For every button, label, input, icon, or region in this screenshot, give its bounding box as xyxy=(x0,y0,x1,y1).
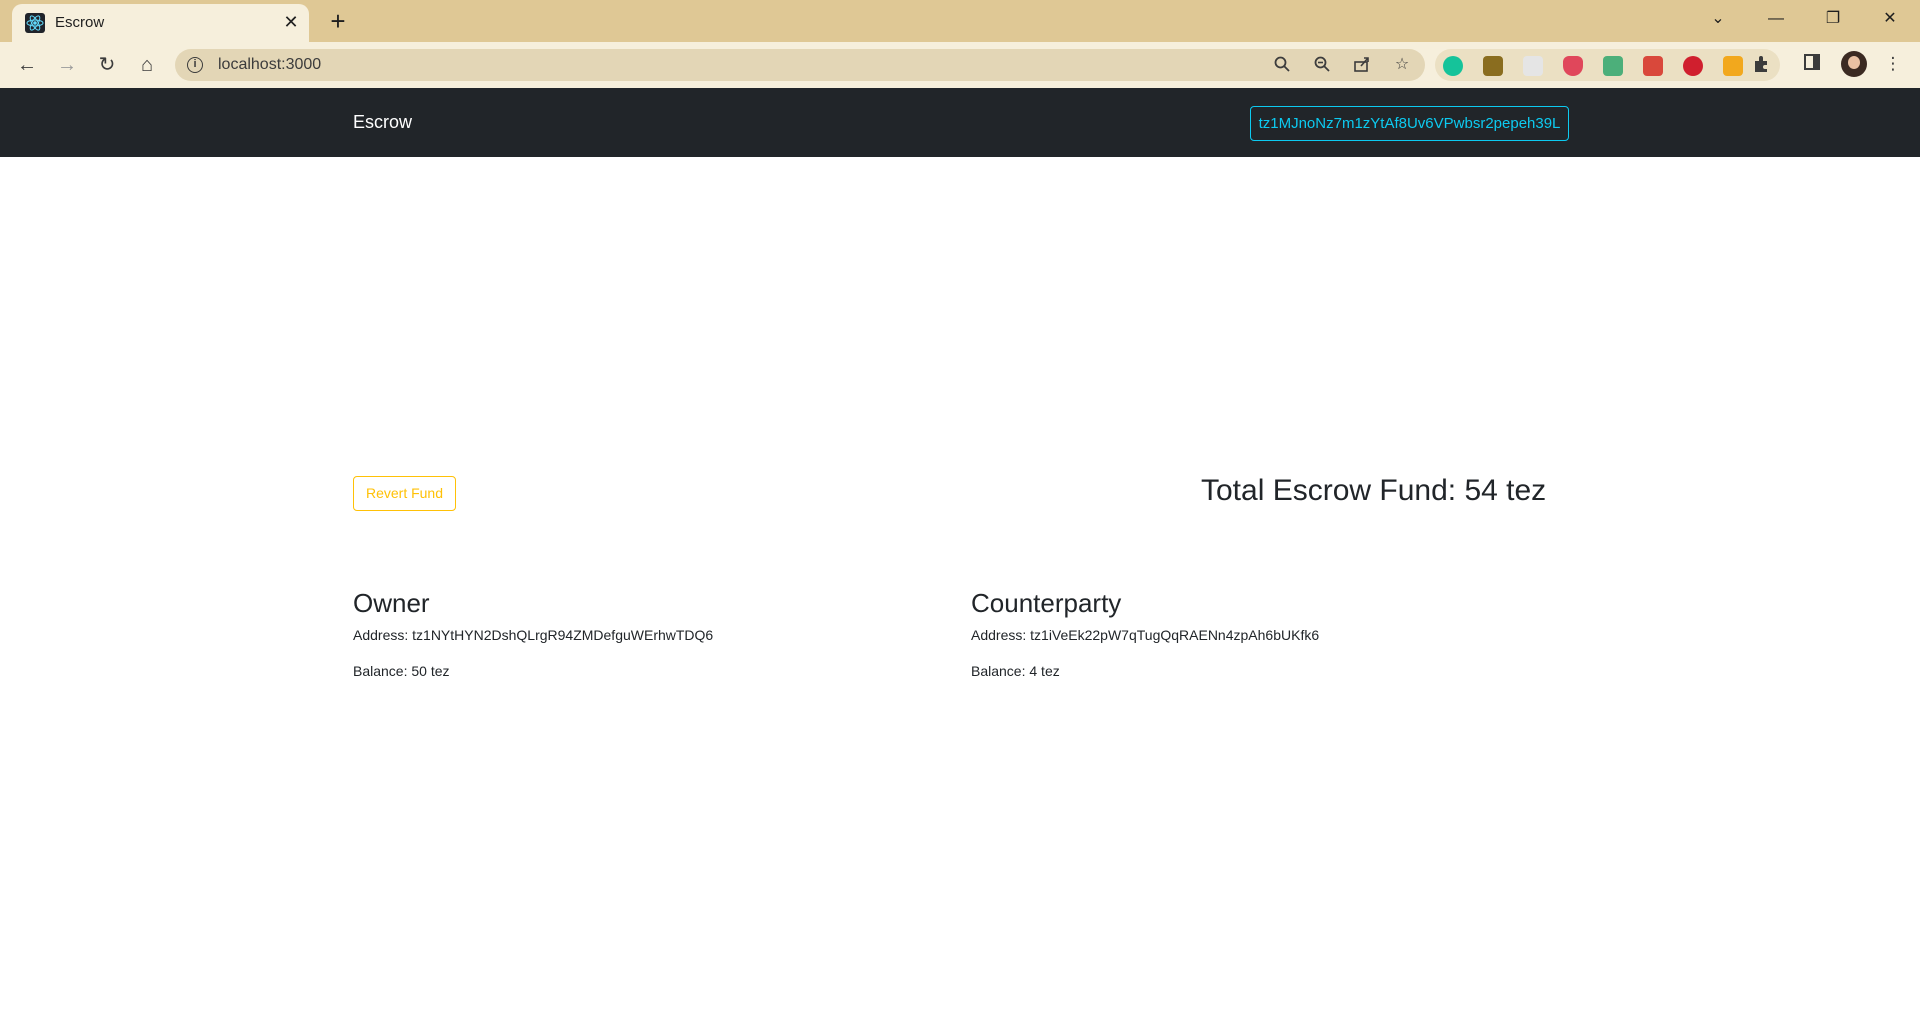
extensions-strip xyxy=(1435,49,1780,81)
search-icon[interactable] xyxy=(1272,55,1292,75)
react-favicon-icon xyxy=(25,13,45,33)
app-navbar: Escrow tz1MJnoNz7m1zYtAf8Uv6VPwbsr2pepeh… xyxy=(0,88,1920,157)
counterparty-balance: Balance: 4 tez xyxy=(971,663,1060,679)
side-panel-icon[interactable] xyxy=(1801,53,1823,75)
brand-link[interactable]: Escrow xyxy=(353,112,412,133)
restore-button[interactable]: ❐ xyxy=(1818,6,1848,32)
chrome-menu-icon[interactable]: ⋮ xyxy=(1882,53,1904,75)
counterparty-heading: Counterparty xyxy=(971,588,1122,618)
reload-icon[interactable]: ↻ xyxy=(92,50,122,80)
close-window-button[interactable]: ✕ xyxy=(1875,6,1905,32)
counterparty-card: Counterparty Address: tz1iVeEk22pW7qTugQ… xyxy=(971,588,1571,699)
browser-toolbar: ← → ↻ ⌂ i localhost:3000 ☆ ⋮ xyxy=(0,42,1920,88)
back-icon[interactable]: ← xyxy=(12,50,42,80)
owner-balance: Balance: 50 tez xyxy=(353,663,450,679)
key-extension-icon[interactable] xyxy=(1723,56,1743,76)
tab-title: Escrow xyxy=(55,14,105,31)
plant-extension-icon[interactable] xyxy=(1483,56,1503,76)
extensions-icon[interactable] xyxy=(1750,54,1772,76)
total-escrow-fund: Total Escrow Fund: 54 tez xyxy=(1201,474,1547,507)
minimize-button[interactable]: — xyxy=(1761,6,1791,32)
owner-heading: Owner xyxy=(353,588,430,618)
mail-extension-icon[interactable] xyxy=(1603,56,1623,76)
browser-tab-bar: Escrow ✕ + ⌄ — ❐ ✕ xyxy=(0,0,1920,42)
grammarly-extension-icon[interactable] xyxy=(1443,56,1463,76)
browser-tab[interactable]: Escrow ✕ xyxy=(12,4,309,42)
bookmark-star-icon[interactable]: ☆ xyxy=(1392,55,1412,75)
revert-fund-button[interactable]: Revert Fund xyxy=(353,476,456,511)
tab-close-icon[interactable]: ✕ xyxy=(280,11,302,33)
shield-extension-icon[interactable] xyxy=(1563,56,1583,76)
address-bar[interactable]: i localhost:3000 ☆ xyxy=(175,49,1425,81)
home-icon[interactable]: ⌂ xyxy=(132,50,162,80)
forward-icon[interactable]: → xyxy=(52,50,82,80)
new-tab-button[interactable]: + xyxy=(325,8,351,34)
red-extension-icon[interactable] xyxy=(1683,56,1703,76)
printer-extension-icon[interactable] xyxy=(1523,56,1543,76)
site-info-icon[interactable]: i xyxy=(187,57,203,73)
share-icon[interactable] xyxy=(1352,55,1372,75)
url-text[interactable]: localhost:3000 xyxy=(218,56,321,74)
zoom-out-icon[interactable] xyxy=(1312,55,1332,75)
profile-avatar[interactable] xyxy=(1841,51,1867,77)
counterparty-address: Address: tz1iVeEk22pW7qTugQqRAENn4zpAh6b… xyxy=(971,627,1320,643)
owner-address: Address: tz1NYtHYN2DshQLrgR94ZMDefguWErh… xyxy=(353,627,714,643)
megaphone-extension-icon[interactable] xyxy=(1643,56,1663,76)
tab-search-icon[interactable]: ⌄ xyxy=(1703,6,1733,32)
owner-card: Owner Address: tz1NYtHYN2DshQLrgR94ZMDef… xyxy=(353,588,953,699)
wallet-address-button[interactable]: tz1MJnoNz7m1zYtAf8Uv6VPwbsr2pepeh39L xyxy=(1250,106,1569,141)
